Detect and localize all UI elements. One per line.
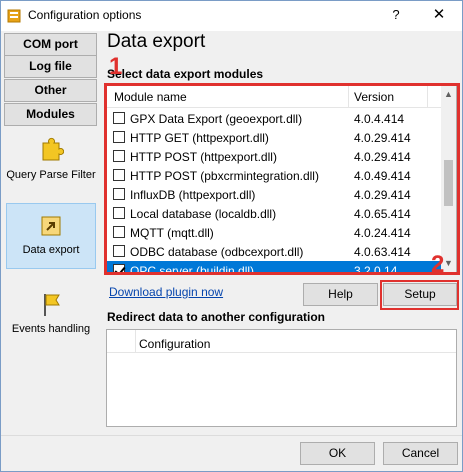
nav-item-data-export[interactable]: Data export — [6, 203, 96, 269]
close-button[interactable]: ✕ — [417, 1, 461, 31]
download-plugin-link[interactable]: Download plugin now — [109, 285, 223, 299]
annotation-box-setup — [380, 280, 459, 310]
annotation-marker-1: 1 — [109, 53, 123, 80]
sidebar-button-com-port[interactable]: COM port — [4, 33, 97, 56]
export-icon — [41, 216, 61, 236]
flag-icon — [44, 294, 60, 316]
footer-divider — [1, 435, 462, 436]
redirect-config-list[interactable]: Configuration — [106, 329, 457, 427]
nav-item-label: Events handling — [11, 323, 91, 335]
configuration-window: Configuration options ? ✕ COM port Log f… — [0, 0, 463, 472]
nav-item-label: Query Parse Filter — [6, 169, 96, 181]
column-divider — [135, 330, 136, 352]
redirect-section-label: Redirect data to another configuration — [107, 310, 326, 324]
modules-section-label: Select data export modules — [107, 67, 264, 81]
app-icon — [7, 9, 21, 23]
puzzle-icon — [42, 137, 64, 161]
header-divider — [107, 352, 456, 353]
help-title-button[interactable]: ? — [379, 1, 413, 31]
cancel-button[interactable]: Cancel — [383, 442, 458, 465]
sidebar-button-log-file[interactable]: Log file — [4, 55, 97, 78]
help-button[interactable]: Help — [303, 283, 378, 306]
nav-item-label: Data export — [22, 244, 80, 256]
nav-item-events-handling[interactable]: Events handling — [6, 291, 96, 341]
window-title: Configuration options — [28, 8, 142, 22]
ok-button[interactable]: OK — [300, 442, 375, 465]
sidebar-button-other[interactable]: Other — [4, 79, 97, 102]
sidebar-button-modules[interactable]: Modules — [4, 103, 97, 126]
annotation-box-modules — [104, 83, 460, 275]
title-bar: Configuration options ? ✕ — [1, 1, 462, 31]
nav-item-query-parse-filter[interactable]: Query Parse Filter — [6, 137, 96, 197]
annotation-marker-2: 2 — [431, 251, 445, 278]
column-header-configuration[interactable]: Configuration — [139, 337, 210, 351]
page-title: Data export — [107, 31, 206, 52]
